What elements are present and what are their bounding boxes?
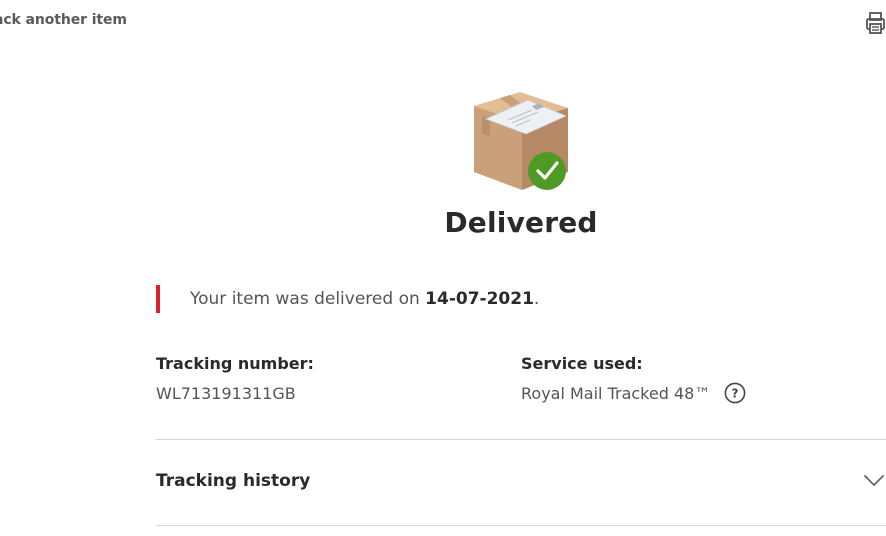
delivery-message-text: Your item was delivered on	[190, 289, 426, 309]
service-used-value: Royal Mail Tracked 48™	[521, 384, 711, 403]
chevron-down-icon	[864, 475, 884, 486]
track-another-item-link[interactable]: ack another item	[0, 12, 127, 28]
service-used-label: Service used:	[521, 354, 643, 373]
tracking-history-label: Tracking history	[156, 471, 311, 491]
tracking-number-label: Tracking number:	[156, 354, 314, 373]
checkmark-icon	[528, 152, 566, 190]
print-button[interactable]	[864, 10, 886, 36]
tracking-result-page: ack another item Delivered Your item was…	[0, 0, 886, 536]
delivery-status-title: Delivered	[444, 206, 598, 239]
svg-text:?: ?	[732, 387, 739, 401]
delivery-date: 14-07-2021	[425, 289, 534, 309]
printer-icon	[866, 12, 885, 34]
delivery-message-suffix: .	[533, 289, 540, 309]
divider	[156, 439, 886, 440]
tracking-history-toggle[interactable]: Tracking history	[156, 441, 886, 525]
question-mark-icon[interactable]: ?	[724, 382, 746, 404]
delivered-parcel-icon	[474, 92, 568, 190]
divider	[156, 525, 886, 526]
delivery-message: Your item was delivered on 14-07-2021.	[156, 285, 539, 313]
tracking-number-value: WL713191311GB	[156, 384, 296, 403]
